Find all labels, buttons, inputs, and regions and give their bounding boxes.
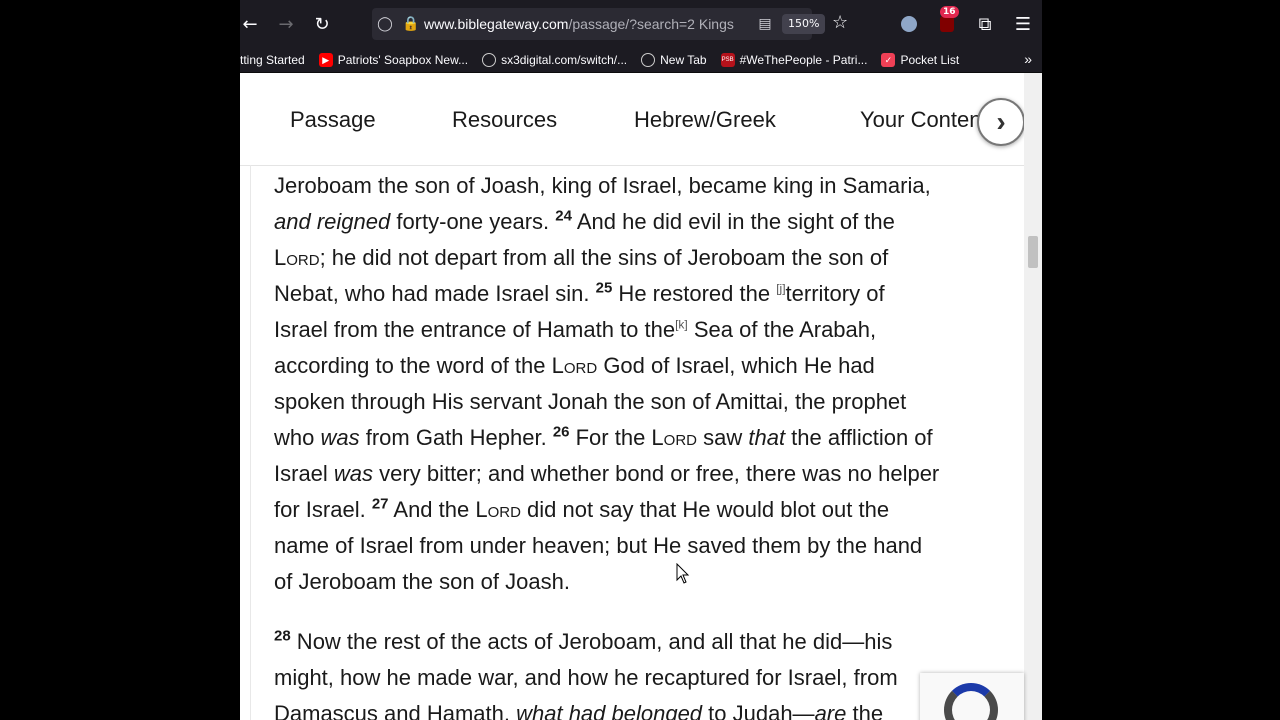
tab-your-content[interactable]: Your Conten [860, 107, 982, 133]
account-avatar-icon[interactable] [890, 6, 928, 42]
text-line: of Jeroboam the son of Joash. [274, 569, 570, 594]
passage-content: Jeroboam the son of Joash, king of Israe… [250, 165, 1015, 720]
nav-next-button[interactable]: › [977, 98, 1025, 146]
reload-icon: ↻ [314, 13, 330, 35]
text-line: according to the word of the Lord God of… [274, 353, 875, 378]
shield-icon: ◯ [377, 16, 393, 32]
address-bar[interactable]: ◯ 🔒 www.biblegateway.com/passage/?search… [372, 8, 812, 40]
lock-icon: 🔒 [402, 16, 420, 32]
scrollbar-thumb[interactable] [1028, 236, 1038, 268]
url-path: /passage/?search=2 Kings [568, 16, 734, 32]
passage-nav-tabs: Passage Resources Hebrew/Greek Your Cont… [240, 73, 1025, 166]
psb-icon: PSB [720, 53, 735, 67]
text-line: spoken through His servant Jonah the son… [274, 389, 907, 414]
verse-number: 24 [555, 207, 572, 225]
extension-badge: 16 [940, 6, 959, 18]
reader-view-icon[interactable]: ▤ [752, 16, 778, 32]
globe-icon [641, 53, 656, 67]
bookmark-new-tab[interactable]: New Tab [641, 53, 707, 67]
recaptcha-logo-icon [944, 683, 998, 720]
text-line: who was from Gath Hepher. 26 For the Lor… [274, 423, 933, 450]
toolbar-extensions: ⧉ ☰ [890, 6, 1042, 42]
text-line: name of Israel from under heaven; but He… [274, 533, 923, 558]
tab-resources[interactable]: Resources [452, 107, 557, 133]
globe-icon [482, 53, 497, 67]
youtube-icon: ▶ [318, 53, 333, 67]
footnote-link[interactable]: [k] [675, 318, 688, 332]
chevron-right-icon: › [996, 106, 1006, 137]
extensions-puzzle-icon[interactable]: ⧉ [966, 6, 1004, 42]
text-line: Nebat, who had made Israel sin. 25 He re… [274, 279, 885, 306]
page-scrollbar[interactable] [1024, 73, 1042, 720]
back-button[interactable]: ← [240, 6, 268, 42]
browser-toolbar: ← → ↻ ◯ 🔒 www.biblegateway.com/passage/?… [240, 0, 1042, 48]
verse-number: 25 [595, 279, 613, 297]
text-line: might, how he made war, and how he recap… [274, 665, 898, 690]
verse-number: 27 [371, 495, 389, 513]
text-line: and reigned forty-one years. 24 And he d… [274, 207, 895, 234]
verse-number: 28 [274, 627, 291, 645]
forward-button[interactable]: → [268, 6, 304, 42]
pocket-icon: ✓ [881, 53, 896, 67]
bookmark-wethepeople[interactable]: PSB #WeThePeople - Patri... [720, 53, 867, 67]
bookmark-pocket-list[interactable]: ✓ Pocket List [881, 53, 959, 67]
bookmark-patriots-soapbox[interactable]: ▶ Patriots' Soapbox New... [318, 53, 468, 67]
reload-button[interactable]: ↻ [304, 6, 340, 42]
web-page: Passage Resources Hebrew/Greek Your Cont… [240, 73, 1042, 720]
bookmark-getting-started[interactable]: tting Started [240, 53, 305, 67]
text-line: Israel from the entrance of Hamath to th… [274, 317, 877, 342]
menu-hamburger-icon[interactable]: ☰ [1004, 6, 1042, 42]
verse-number: 26 [552, 423, 570, 441]
text-line: Israel was very bitter; and whether bond… [274, 461, 940, 486]
text-line: Jeroboam the son of Joash, king of Israe… [274, 173, 931, 198]
bookmarks-overflow-icon[interactable]: » [1024, 51, 1032, 67]
bookmarks-bar: tting Started ▶ Patriots' Soapbox New... … [240, 48, 1042, 73]
url-domain: www.biblegateway.com [424, 16, 569, 32]
forward-arrow-icon: → [278, 13, 294, 35]
mouse-cursor-icon [676, 563, 690, 584]
passage-text: Jeroboam the son of Joash, king of Israe… [274, 168, 1009, 720]
bookmark-star-icon[interactable]: ☆ [832, 12, 848, 33]
text-line: Lord; he did not depart from all the sin… [274, 245, 889, 270]
bookmark-sx3digital[interactable]: sx3digital.com/switch/... [482, 53, 627, 67]
back-arrow-icon: ← [242, 13, 258, 35]
text-line: for Israel. 27 And the Lord did not say … [274, 495, 890, 522]
zoom-level-button[interactable]: 150% [782, 14, 826, 34]
tab-hebrew-greek[interactable]: Hebrew/Greek [634, 107, 776, 133]
browser-window: ← → ↻ ◯ 🔒 www.biblegateway.com/passage/?… [240, 0, 1042, 720]
recaptcha-badge[interactable] [920, 673, 1024, 720]
url-text[interactable]: www.biblegateway.com/passage/?search=2 K… [424, 16, 734, 32]
text-line: 28 Now the rest of the acts of Jeroboam,… [274, 627, 893, 654]
text-line: Damascus and Hamath, what had belonged t… [274, 701, 884, 720]
tab-passage[interactable]: Passage [290, 107, 376, 133]
footnote-link[interactable]: [j] [776, 282, 785, 296]
